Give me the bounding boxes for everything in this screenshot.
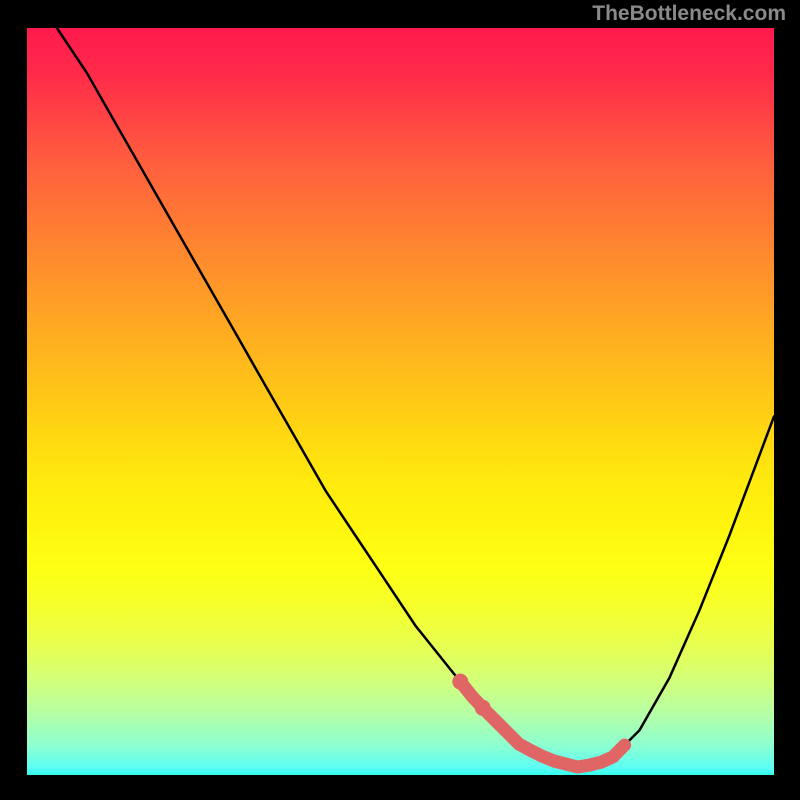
watermark-text: TheBottleneck.com [592,2,786,25]
highlight-dot-2 [475,700,491,716]
watermark: TheBottleneck.com [592,2,786,26]
highlight-dot-1 [452,674,468,690]
bottleneck-curve [57,28,774,768]
chart-svg [0,0,800,800]
highlight-segment [460,682,624,767]
main-curve-group [57,28,774,768]
chart-container: TheBottleneck.com [0,0,800,800]
